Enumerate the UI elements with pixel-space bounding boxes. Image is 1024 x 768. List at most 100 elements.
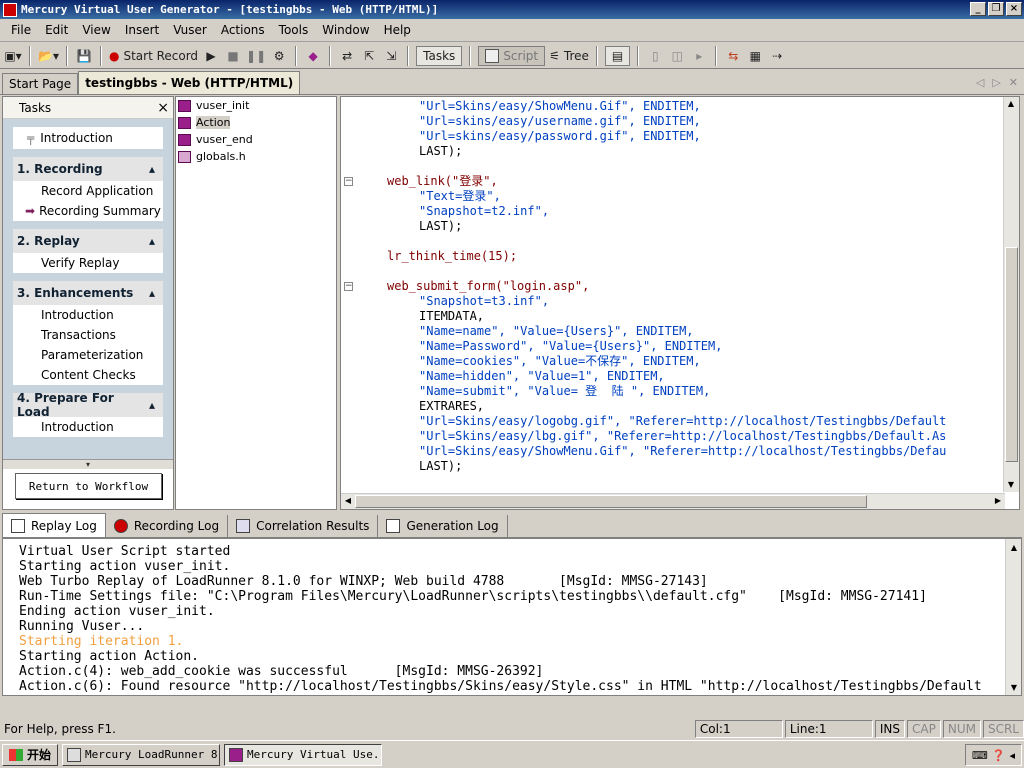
- script-view-label: Script: [503, 48, 539, 63]
- compare-icon[interactable]: ▦: [746, 46, 764, 66]
- editor-vertical-scrollbar[interactable]: ▲ ▼: [1003, 97, 1019, 492]
- menu-window[interactable]: Window: [315, 23, 376, 37]
- status-bar: For Help, press F1. Col:1 Line:1 INS CAP…: [0, 718, 1024, 740]
- start-record-button[interactable]: ● Start Record: [109, 46, 198, 66]
- fold-toggle-icon[interactable]: −: [344, 282, 353, 291]
- task-introduction[interactable]: Introduction: [13, 417, 163, 437]
- section-title: 4. Prepare For Load: [17, 391, 114, 419]
- taskbar-item-vugen[interactable]: Mercury Virtual Use...: [224, 743, 383, 766]
- replay-log-panel[interactable]: Virtual User Script started Starting acti…: [2, 538, 1022, 696]
- settings-gear-icon[interactable]: ⚙: [270, 46, 288, 66]
- section-header[interactable]: 4. Prepare For Load ▴: [13, 391, 163, 419]
- stop-icon[interactable]: ■: [224, 46, 242, 66]
- recording-log-icon: [113, 519, 128, 533]
- tab-prev-icon[interactable]: ◁: [976, 76, 984, 89]
- script-view-button[interactable]: Script: [478, 45, 546, 66]
- save-icon[interactable]: 💾: [75, 46, 93, 66]
- log-output[interactable]: Virtual User Script started Starting acti…: [19, 544, 982, 694]
- scan-correlation-icon[interactable]: ⇆: [724, 46, 742, 66]
- tab-testingbbs[interactable]: testingbbs - Web (HTTP/HTML): [78, 71, 301, 94]
- script-editor[interactable]: − − "Url=Skins/easy/ShowMenu.Gif", ENDIT…: [340, 96, 1020, 510]
- keyboard-icon[interactable]: ⌨: [972, 749, 988, 762]
- log-vertical-scrollbar[interactable]: ▲ ▼: [1005, 539, 1021, 695]
- code-line: "Url=Skins/easy/lbg.gif", "Referer=http:…: [419, 429, 947, 443]
- menu-help[interactable]: Help: [377, 23, 418, 37]
- menu-tools[interactable]: Tools: [272, 23, 316, 37]
- tab-recording-log[interactable]: Recording Log: [106, 515, 229, 537]
- split-view-icon[interactable]: ◫: [668, 46, 686, 66]
- menu-file[interactable]: File: [4, 23, 38, 37]
- tasks-toggle-button[interactable]: Tasks: [416, 45, 463, 66]
- task-intro[interactable]: ╤ Introduction: [13, 127, 163, 149]
- menu-vuser[interactable]: Vuser: [166, 23, 214, 37]
- tree-item-vuser-init[interactable]: vuser_init: [176, 97, 336, 114]
- menu-actions[interactable]: Actions: [214, 23, 272, 37]
- scroll-right-icon[interactable]: ▶: [991, 494, 1005, 508]
- tab-generation-log[interactable]: Generation Log: [378, 515, 508, 537]
- close-button[interactable]: ×: [1006, 2, 1022, 16]
- section-header[interactable]: 3. Enhancements ▴: [13, 281, 163, 305]
- editor-horizontal-scrollbar[interactable]: ◀ ▶: [341, 493, 1005, 509]
- section-header[interactable]: 1. Recording ▴: [13, 157, 163, 181]
- rendezvous-icon[interactable]: ⇲: [382, 46, 400, 66]
- windows-flag-icon: [9, 748, 23, 761]
- menu-insert[interactable]: Insert: [118, 23, 166, 37]
- restore-button[interactable]: ❐: [988, 2, 1004, 16]
- task-content-checks[interactable]: Content Checks: [13, 365, 163, 385]
- transaction-icon[interactable]: ⇱: [360, 46, 378, 66]
- task-recording-summary[interactable]: ➡ Recording Summary: [13, 201, 163, 221]
- tab-next-icon[interactable]: ▷: [992, 76, 1000, 89]
- task-introduction[interactable]: Introduction: [13, 305, 163, 325]
- tray-arrow-icon[interactable]: ◂: [1009, 749, 1015, 762]
- export-icon[interactable]: ⇢: [768, 46, 786, 66]
- scroll-up-icon[interactable]: ▲: [1004, 97, 1018, 111]
- header-file-icon: [178, 150, 191, 163]
- tab-start-page[interactable]: Start Page: [2, 73, 79, 94]
- tree-item-action[interactable]: Action: [176, 114, 336, 131]
- editor-code[interactable]: "Url=Skins/easy/ShowMenu.Gif", ENDITEM, "…: [387, 99, 946, 474]
- tree-item-vuser-end[interactable]: vuser_end: [176, 131, 336, 148]
- tab-correlation-results[interactable]: Correlation Results: [228, 515, 379, 537]
- new-script-icon[interactable]: ▣▾: [4, 46, 22, 66]
- return-to-workflow-button[interactable]: Return to Workflow: [15, 473, 162, 499]
- task-record-application[interactable]: Record Application: [13, 181, 163, 201]
- code-line: LAST);: [419, 219, 463, 233]
- tree-item-label: vuser_end: [196, 133, 253, 146]
- page-view-icon[interactable]: ▯: [646, 46, 664, 66]
- scroll-down-icon[interactable]: ▼: [1004, 478, 1018, 492]
- taskbar-item-loadrunner[interactable]: Mercury LoadRunner 8.1: [62, 743, 221, 766]
- tab-replay-log[interactable]: Replay Log: [2, 513, 106, 537]
- task-parameterization[interactable]: Parameterization: [13, 345, 163, 365]
- editor-vscroll-thumb[interactable]: [1005, 247, 1018, 462]
- task-verify-replay[interactable]: Verify Replay: [13, 253, 163, 273]
- minimize-button[interactable]: _: [970, 2, 986, 16]
- collapse-icon[interactable]: ▴: [149, 286, 155, 300]
- scroll-up-icon[interactable]: ▲: [1007, 541, 1021, 555]
- collapse-icon[interactable]: ▴: [149, 234, 155, 248]
- tree-item-globals[interactable]: globals.h: [176, 148, 336, 165]
- start-button[interactable]: 开始: [2, 743, 59, 766]
- collapse-icon[interactable]: ▴: [149, 398, 155, 412]
- insert-step-icon[interactable]: ⇄: [338, 46, 356, 66]
- task-transactions[interactable]: Transactions: [13, 325, 163, 345]
- open-folder-icon[interactable]: 📂▾: [38, 46, 59, 66]
- help-icon[interactable]: ❓: [992, 749, 1006, 762]
- editor-hscroll-thumb[interactable]: [355, 495, 867, 508]
- fold-toggle-icon[interactable]: −: [344, 177, 353, 186]
- server-response-icon[interactable]: ▸: [690, 46, 708, 66]
- toolbar-separator: [99, 45, 102, 66]
- compile-icon[interactable]: ◆: [304, 46, 322, 66]
- section-header[interactable]: 2. Replay ▴: [13, 229, 163, 253]
- task-scroll-down-icon[interactable]: ▾: [3, 459, 173, 469]
- menu-view[interactable]: View: [75, 23, 117, 37]
- run-icon[interactable]: ▶: [202, 46, 220, 66]
- pause-icon[interactable]: ❚❚: [246, 46, 266, 66]
- tab-close-icon[interactable]: ✕: [1009, 76, 1018, 89]
- scroll-down-icon[interactable]: ▼: [1007, 681, 1021, 695]
- scroll-left-icon[interactable]: ◀: [341, 494, 355, 508]
- task-pane-close-icon[interactable]: ×: [157, 100, 169, 116]
- tree-view-button[interactable]: ⚟ Tree: [549, 46, 589, 66]
- snapshot-icon[interactable]: ▤: [604, 45, 631, 66]
- menu-edit[interactable]: Edit: [38, 23, 75, 37]
- collapse-icon[interactable]: ▴: [149, 162, 155, 176]
